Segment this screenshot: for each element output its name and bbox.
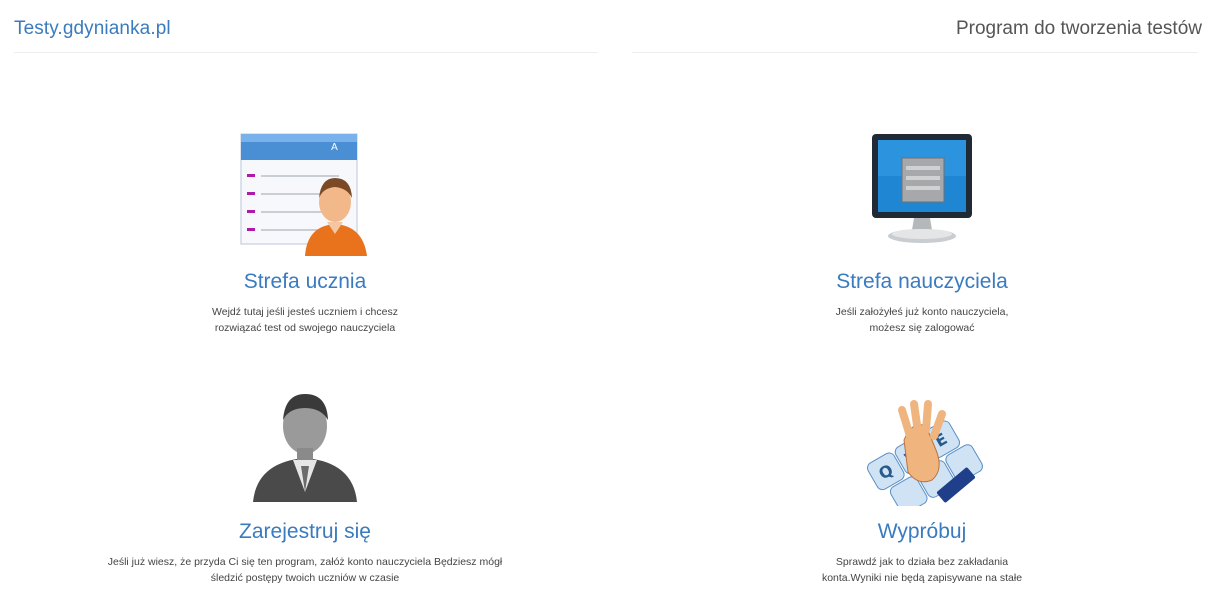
- student-zone-description: Wejdź tutaj jeśli jesteś uczniem i chces…: [212, 306, 398, 334]
- teacher-zone-description: Jeśli założyłeś już konto nauczyciela, m…: [835, 306, 1009, 334]
- try-it-description: Sprawdź jak to działa bez zakładania kon…: [821, 556, 1023, 584]
- site-tagline: Program do tworzenia testów: [955, 18, 1202, 39]
- user-silhouette-icon[interactable]: [235, 380, 375, 506]
- register-description: Jeśli już wiesz, że przyda Ci się ten pr…: [107, 556, 503, 584]
- teacher-zone-tile: Strefa nauczyciela Jeśli założyłeś już k…: [642, 130, 1202, 336]
- register-tile: Zarejestruj się Jeśli już wiesz, że przy…: [25, 380, 585, 586]
- teacher-zone-link[interactable]: Strefa nauczyciela: [642, 270, 1202, 294]
- try-it-tile: Q W E Wypróbuj Sprawdź jak to działa bez…: [642, 380, 1202, 586]
- student-zone-tile: A Strefa ucznia Wejdź tutaj jeśli jesteś…: [25, 130, 585, 336]
- student-zone-link[interactable]: Strefa ucznia: [25, 270, 585, 294]
- header-divider-left: [14, 52, 598, 53]
- register-link[interactable]: Zarejestruj się: [25, 520, 585, 544]
- svg-text:A: A: [331, 142, 338, 153]
- try-it-link[interactable]: Wypróbuj: [642, 520, 1202, 544]
- keyboard-hand-icon[interactable]: Q W E: [852, 380, 992, 506]
- student-list-icon[interactable]: A: [235, 130, 375, 256]
- header-divider-right: [632, 52, 1198, 53]
- monitor-icon[interactable]: [852, 130, 992, 256]
- site-brand-link[interactable]: Testy.gdynianka.pl: [14, 18, 171, 40]
